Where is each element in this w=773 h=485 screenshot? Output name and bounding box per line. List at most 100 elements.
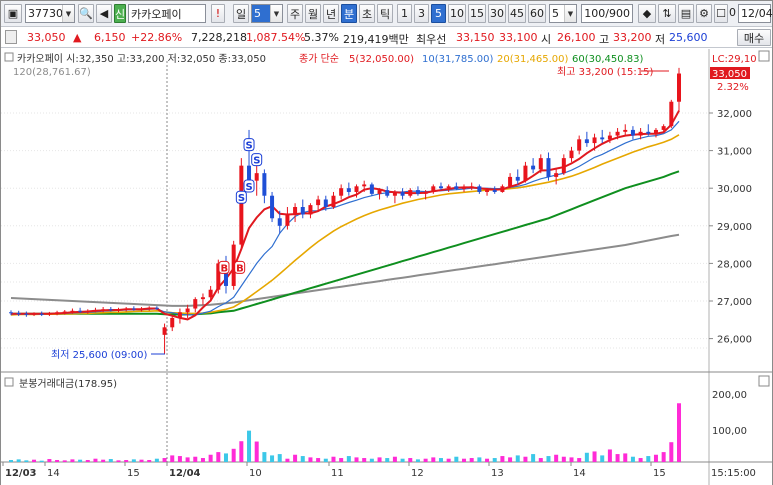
candle-body[interactable] [154, 307, 159, 309]
volume-bar[interactable] [477, 457, 482, 462]
candle-body[interactable] [369, 184, 374, 194]
volume-bar[interactable] [316, 458, 321, 462]
volume-bar[interactable] [469, 458, 474, 462]
interval-1[interactable]: 1 [397, 4, 412, 23]
volume-bar[interactable] [531, 454, 536, 462]
buy-button[interactable]: 매수 [737, 29, 771, 46]
candle-body[interactable] [415, 190, 420, 194]
volume-bar[interactable] [247, 430, 252, 462]
candle-body[interactable] [9, 312, 13, 314]
buy-marker[interactable]: B [218, 260, 230, 274]
volume-bar[interactable] [492, 458, 497, 462]
volume-bar[interactable] [584, 452, 589, 462]
volume-bar[interactable] [162, 458, 167, 462]
candle-body[interactable] [630, 129, 635, 136]
expand-icon[interactable] [5, 30, 17, 44]
volume-bar[interactable] [377, 457, 382, 462]
volume-bar[interactable] [638, 458, 643, 462]
date-checkbox[interactable]: ☐ [714, 4, 728, 23]
volume-bar[interactable] [607, 449, 612, 462]
volume-bar[interactable] [254, 441, 259, 462]
volume-bar[interactable] [208, 454, 213, 462]
candle-body[interactable] [653, 129, 658, 134]
period-year[interactable]: 년 [323, 4, 339, 23]
volume-bar[interactable] [385, 458, 390, 462]
candle-body[interactable] [239, 165, 244, 245]
candle-body[interactable] [515, 176, 520, 181]
chevron-down-icon[interactable]: ▼ [62, 5, 74, 22]
candle-body[interactable] [55, 312, 60, 314]
candle-body[interactable] [262, 173, 267, 196]
volume-bar[interactable] [600, 455, 605, 462]
volume-bar[interactable] [93, 458, 98, 462]
volume-bar[interactable] [446, 458, 451, 462]
candle-body[interactable] [62, 311, 67, 313]
candle-body[interactable] [677, 73, 681, 102]
candle-body[interactable] [200, 297, 205, 300]
candle-body[interactable] [661, 126, 666, 130]
volume-bar[interactable] [193, 456, 198, 462]
candle-body[interactable] [669, 101, 674, 127]
volume-bar[interactable] [24, 460, 29, 462]
volume-bar[interactable] [569, 457, 574, 462]
volume-bar[interactable] [262, 452, 267, 462]
candle-body[interactable] [185, 308, 190, 313]
volume-bar[interactable] [200, 458, 205, 462]
period-tick[interactable]: 틱 [377, 4, 393, 23]
volume-bar[interactable] [515, 455, 520, 462]
interval-10[interactable]: 10 [448, 4, 466, 23]
candle-body[interactable] [538, 158, 543, 170]
volume-bar[interactable] [646, 456, 651, 462]
interval-5[interactable]: 5 [431, 4, 446, 23]
buy-marker[interactable]: B [234, 260, 246, 274]
candle-body[interactable] [254, 173, 259, 181]
volume-bar[interactable] [454, 456, 459, 462]
interval-15[interactable]: 15 [468, 4, 486, 23]
volume-bar[interactable] [408, 458, 413, 462]
volume-bar[interactable] [346, 456, 351, 462]
candle-body[interactable] [108, 309, 113, 311]
candle-body[interactable] [469, 186, 474, 188]
search-icon[interactable]: 🔍 [78, 4, 94, 23]
chevron-down-icon[interactable]: ▼ [564, 5, 576, 22]
volume-bar[interactable] [362, 458, 367, 462]
chevron-down-icon[interactable]: ▼ [270, 5, 282, 22]
volume-bar[interactable] [669, 442, 674, 462]
candle[interactable] [270, 191, 275, 223]
candle-body[interactable] [247, 165, 252, 181]
volume-bar[interactable] [147, 460, 152, 462]
candle[interactable] [669, 99, 674, 129]
candle-body[interactable] [646, 131, 651, 134]
candle-body[interactable] [85, 310, 90, 312]
count-select[interactable]: 5 ▼ [549, 4, 577, 23]
candle-body[interactable] [170, 317, 175, 328]
candle-body[interactable] [623, 129, 628, 132]
candle-body[interactable] [492, 190, 497, 192]
candle-body[interactable] [285, 214, 290, 226]
volume-bar[interactable] [630, 456, 635, 462]
volume-bar[interactable] [392, 456, 397, 462]
volume-bar[interactable] [55, 460, 60, 462]
volume-bar[interactable] [116, 460, 121, 462]
candle-body[interactable] [446, 186, 451, 189]
gear-icon[interactable]: ⚙ [696, 4, 712, 23]
volume-bar[interactable] [538, 458, 543, 462]
interval-3[interactable]: 3 [414, 4, 429, 23]
volume-bar[interactable] [270, 455, 275, 462]
volume-bar[interactable] [423, 458, 428, 462]
save-icon[interactable]: ▤ [678, 4, 694, 23]
volume-bar[interactable] [85, 460, 90, 462]
candle-body[interactable] [485, 190, 490, 192]
candle-body[interactable] [208, 289, 213, 298]
volume-bar[interactable] [177, 456, 182, 462]
candle-body[interactable] [93, 310, 98, 312]
candle-body[interactable] [147, 307, 152, 309]
volume-bar[interactable] [185, 457, 190, 462]
volume-bar[interactable] [231, 448, 236, 462]
volume-bar[interactable] [653, 454, 658, 462]
volume-bar[interactable] [615, 454, 620, 462]
volume-bar[interactable] [70, 459, 75, 462]
tools-icon[interactable]: ⇅ [658, 4, 676, 23]
history-icon[interactable]: ◀ [96, 4, 112, 23]
period-week[interactable]: 주 [287, 4, 303, 23]
